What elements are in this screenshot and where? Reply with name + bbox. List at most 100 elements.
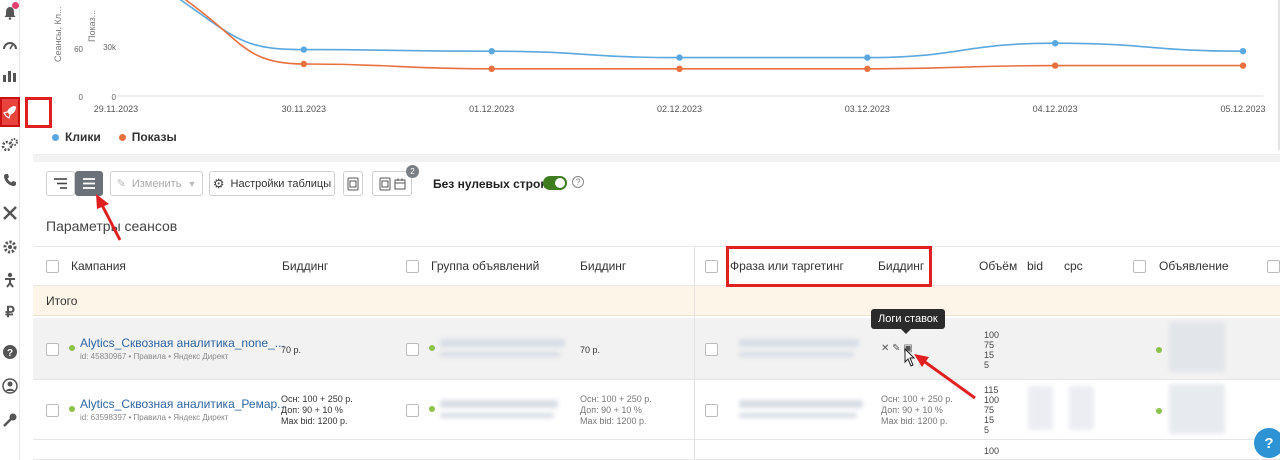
volume-value: 15 [984, 415, 995, 425]
ruble-icon[interactable]: ₽ [0, 299, 20, 325]
chevron-down-icon: ▼ [187, 178, 197, 189]
volume-value: 100 [984, 330, 1000, 340]
blurred-ad [1169, 384, 1225, 434]
table-row[interactable]: Alytics_Сквозная аналитика_none_... id: … [33, 318, 1280, 380]
status-dot [1156, 408, 1162, 414]
x-tick-label: 30.11.2023 [282, 104, 326, 114]
y-axis-label-left: Сеансы, Кл... [53, 7, 63, 62]
blurred-adgroup-name [440, 400, 558, 408]
tools-icon[interactable] [0, 200, 20, 226]
tree-list-icon [54, 178, 67, 189]
campaign-id: id: 63598397 [80, 413, 127, 422]
gear-icon: ⚙ [212, 175, 225, 191]
y-axis-label-right: Показ... [87, 10, 97, 42]
table-settings-label: Настройки таблицы [230, 177, 332, 190]
bid-main: Осн: 100 + 250 р. [580, 394, 652, 404]
data-point [1239, 62, 1247, 69]
column-header-bidding[interactable]: Биддинг [282, 246, 328, 286]
pencil-icon[interactable]: ✎ [892, 343, 900, 354]
rocket-icon[interactable] [0, 97, 20, 127]
list-icon [83, 178, 95, 189]
x-tick-label: 01.12.2023 [469, 104, 514, 114]
status-dot [429, 345, 435, 351]
header-checkbox-ad[interactable] [1133, 246, 1146, 286]
volume-value: 15 [984, 350, 995, 360]
gears-icon[interactable] [0, 132, 20, 158]
export-excel-button[interactable] [343, 171, 363, 196]
export-count-badge: 2 [406, 165, 419, 178]
total-row: Итого [33, 286, 1280, 316]
row-checkbox[interactable] [406, 404, 419, 417]
bell-icon[interactable] [0, 0, 20, 26]
svg-text:?: ? [7, 348, 13, 359]
question-icon[interactable]: ? [572, 176, 584, 188]
table-row[interactable]: 100 [33, 440, 1280, 460]
column-header-ad[interactable]: Объявление [1159, 246, 1229, 286]
notification-dot [12, 2, 19, 9]
campaign-link[interactable]: Alytics_Сквозная аналитика_none_... [80, 336, 285, 350]
column-header-bid[interactable]: bid [1027, 246, 1043, 286]
bid-main: Осн: 100 + 250 р. [881, 394, 953, 404]
blurred-cpc [1069, 386, 1094, 430]
edit-button[interactable]: ✎ Изменить ▼ [110, 171, 203, 196]
column-header-cpc[interactable]: cpc [1064, 246, 1083, 286]
close-icon[interactable]: ✕ [881, 343, 889, 354]
settings-gear-icon[interactable] [0, 234, 20, 260]
header-checkbox-campaign[interactable] [46, 246, 59, 286]
row-checkbox[interactable] [705, 343, 718, 356]
user-account-icon[interactable] [0, 373, 20, 399]
column-header-volume[interactable]: Объём [979, 246, 1017, 286]
data-point [1051, 62, 1059, 69]
row-checkbox[interactable] [46, 343, 59, 356]
sessions-chart-card: 60 0 30k 0 Сеансы, Кл... Показ... 29.11.2023 30… [33, 0, 1280, 155]
table-row[interactable]: Alytics_Сквозная аналитика_Ремар... id: … [33, 380, 1280, 440]
y-tick-right: 0 [112, 93, 117, 102]
left-sidebar: ₽ ? [0, 0, 20, 460]
blurred-adgroup-name [440, 339, 565, 347]
campaign-bidding: Осн: 100 + 250 р. Доп: 90 + 10 % Max bid… [281, 394, 353, 427]
blurred-bid [1028, 386, 1053, 430]
row-checkbox[interactable] [705, 404, 718, 417]
campaign-link[interactable]: Alytics_Сквозная аналитика_Ремар... [80, 397, 287, 411]
campaign-source: Яндекс Директ [173, 352, 229, 361]
phone-icon[interactable] [0, 167, 20, 193]
help-fab-button[interactable]: ? [1254, 428, 1280, 458]
header-checkbox-phrase[interactable] [705, 246, 718, 286]
header-checkbox-extra[interactable] [1267, 246, 1280, 286]
scheduled-export-button[interactable]: 2 [372, 165, 419, 196]
legend-item-clicks[interactable]: Клики [52, 130, 101, 144]
campaign-id: id: 45830967 [80, 352, 127, 361]
person-icon[interactable] [0, 267, 20, 293]
header-checkbox-adgroup[interactable] [406, 246, 419, 286]
bar-chart-icon[interactable] [0, 62, 20, 88]
blurred-phrase-meta [739, 352, 854, 357]
logs-icon[interactable]: ▣ [903, 343, 912, 354]
column-header-adgroup-bidding[interactable]: Биддинг [580, 246, 626, 286]
help-icon[interactable]: ? [0, 339, 20, 365]
data-point [864, 65, 871, 73]
row-checkbox[interactable] [406, 343, 419, 356]
column-header-adgroup[interactable]: Группа объявлений [431, 246, 539, 286]
column-header-campaign[interactable]: Кампания [71, 246, 126, 286]
zero-rows-toggle[interactable] [543, 176, 567, 190]
tree-view-button[interactable] [46, 171, 75, 196]
speedometer-icon[interactable] [0, 32, 20, 58]
flat-view-button[interactable] [75, 171, 103, 196]
key-icon[interactable] [0, 407, 20, 433]
table-header [33, 246, 1280, 286]
line-chart: 60 0 30k 0 Сеансы, Кл... Показ... 29.11.2023 30… [53, 0, 1266, 114]
y-tick-left: 0 [79, 93, 84, 102]
blurred-phrase [739, 400, 863, 408]
rules-link[interactable]: Правила [134, 352, 166, 361]
row-checkbox[interactable] [46, 404, 59, 417]
volume-values: 115 100 75 15 5 [984, 385, 999, 435]
volume-values: 100 [984, 446, 999, 456]
legend-item-impressions[interactable]: Показы [118, 130, 177, 144]
table-settings-button[interactable]: ⚙ Настройки таблицы [209, 171, 335, 196]
status-dot [69, 406, 75, 412]
campaign-bidding: 70 р. [281, 345, 302, 355]
data-point [488, 48, 495, 55]
data-point [300, 60, 308, 68]
rules-link[interactable]: Правила [134, 413, 166, 422]
annotation-box-phrase-bidding [726, 246, 932, 287]
